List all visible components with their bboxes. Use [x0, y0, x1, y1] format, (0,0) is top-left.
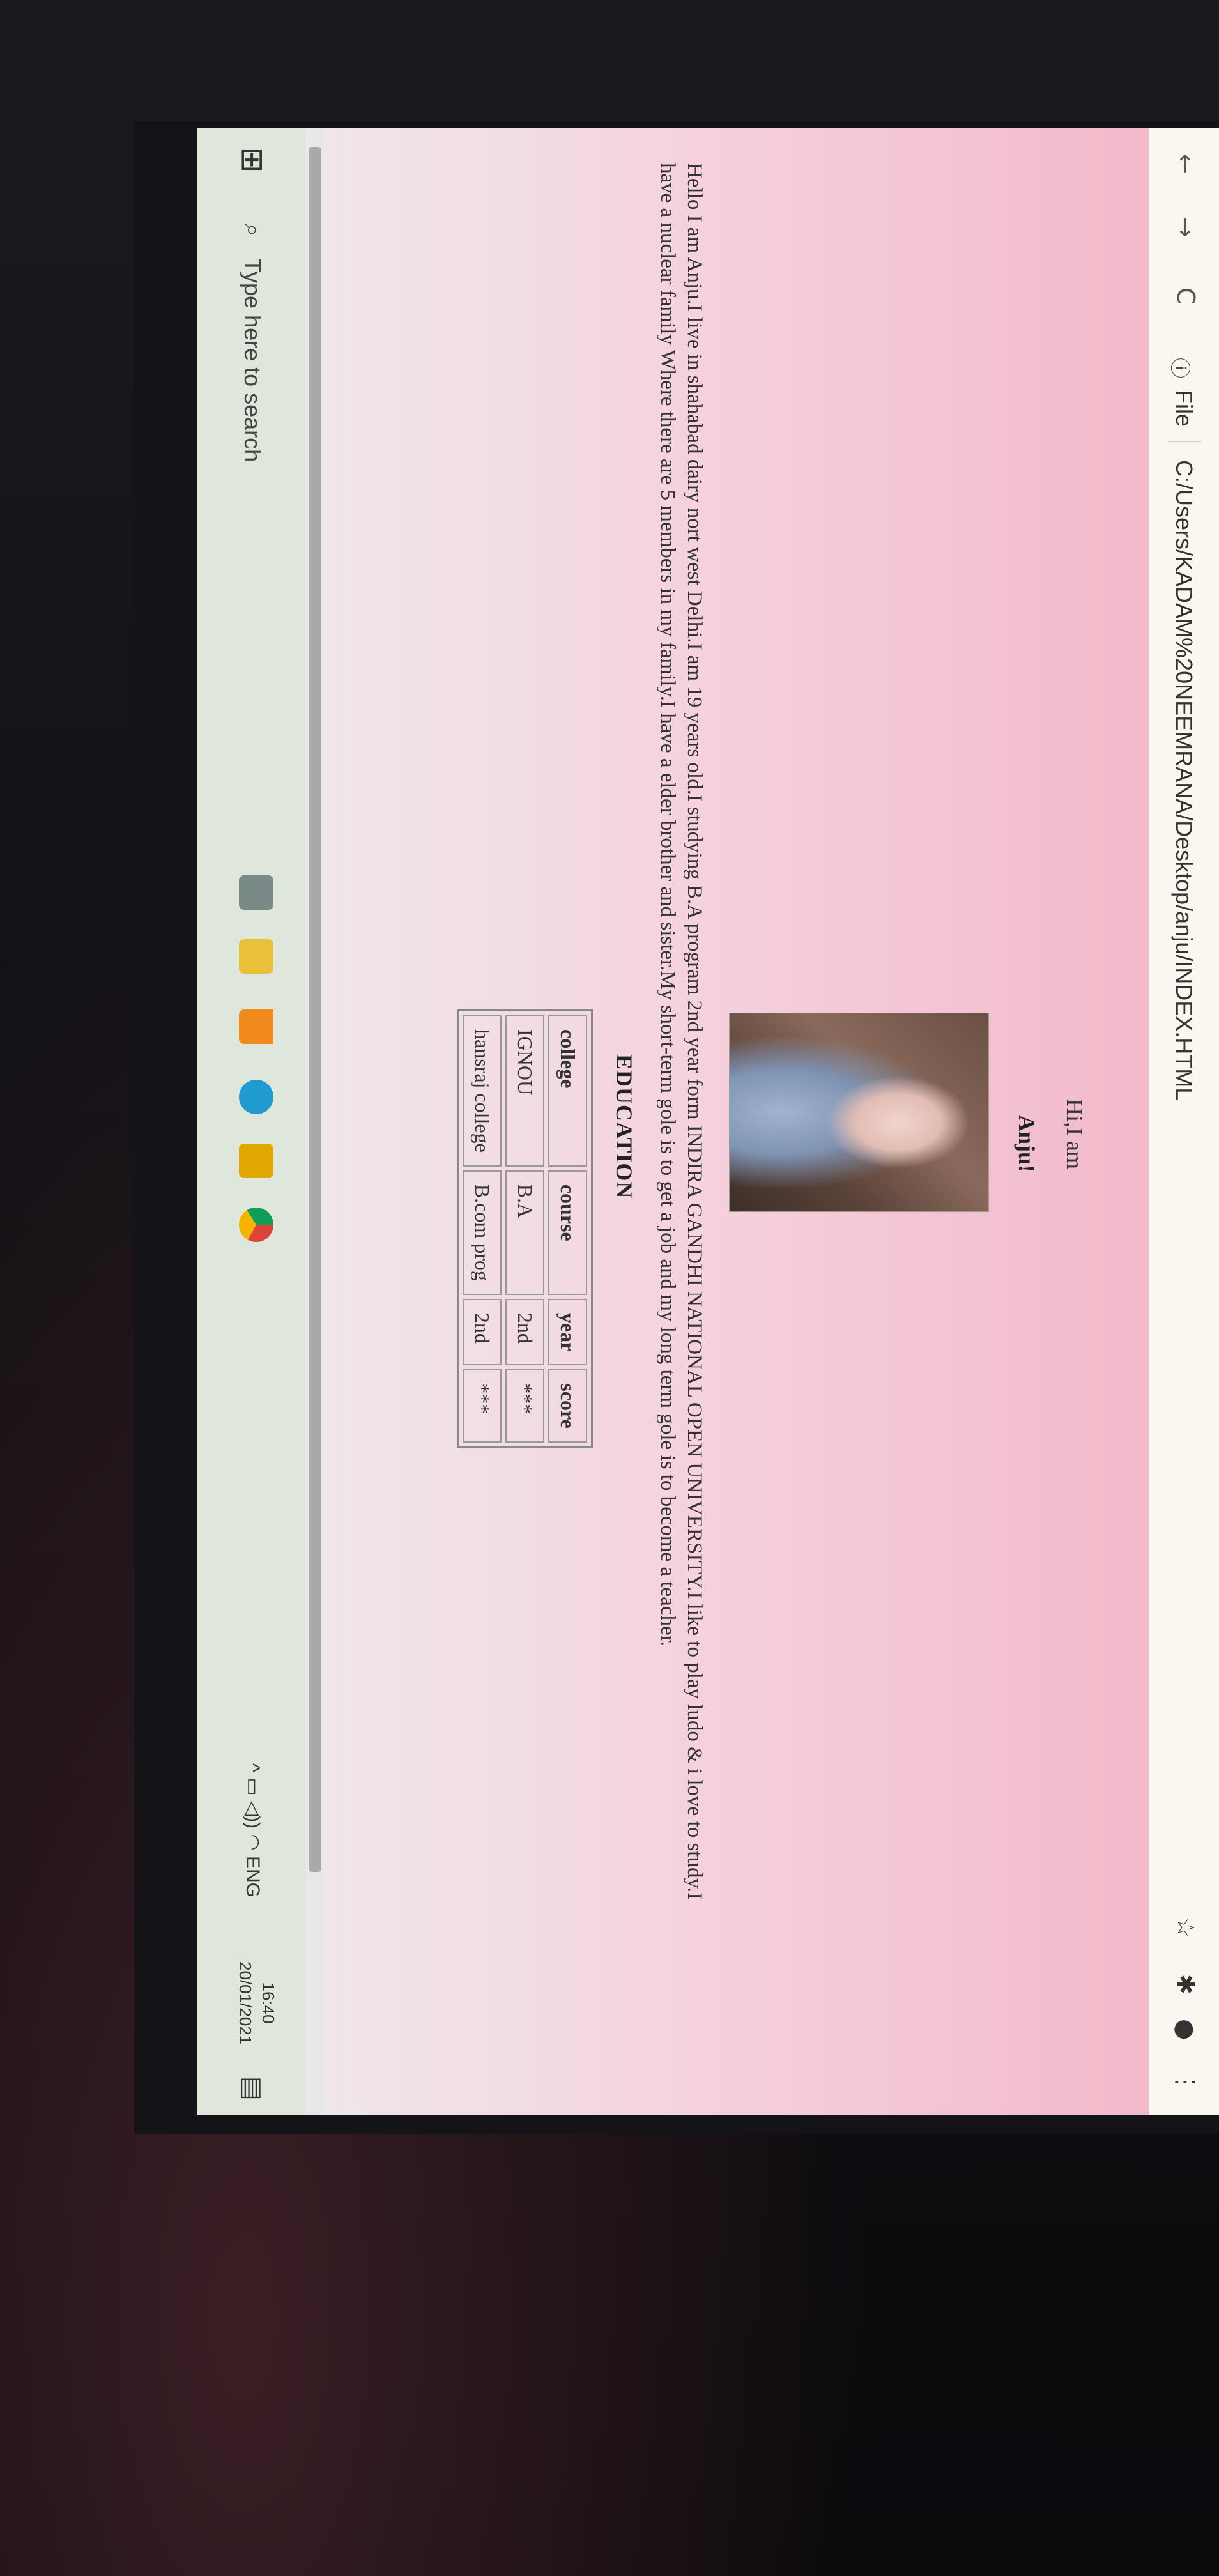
cell-course: B.A — [505, 1170, 544, 1295]
chrome-icon[interactable] — [239, 1208, 273, 1242]
cell-score: *** — [505, 1369, 544, 1443]
name-heading: Anju! — [1014, 1115, 1039, 1173]
cell-college: IGNOU — [505, 1015, 544, 1167]
cell-score: *** — [463, 1369, 502, 1443]
protocol-label: File — [1171, 390, 1197, 427]
scrollbar-thumb[interactable] — [309, 147, 321, 1872]
task-view-icon[interactable] — [239, 875, 273, 910]
header-course: course — [548, 1170, 587, 1295]
taskbar-clock[interactable]: 16:40 20/01/2021 — [234, 1961, 280, 2044]
cell-year: 2nd — [505, 1298, 544, 1366]
search-icon[interactable]: ⌕ — [239, 224, 266, 236]
profile-icon[interactable]: ● — [1172, 2019, 1200, 2040]
browser-toolbar: ← → C ⓘ File C:/Users/KADAM%20NEEMRANA/D… — [1148, 128, 1219, 2115]
app-icon[interactable] — [239, 1144, 273, 1178]
address-bar[interactable]: C:/Users/KADAM%20NEEMRANA/Desktop/anju/I… — [1170, 460, 1197, 1100]
system-tray[interactable]: ^ ▭ ◁)) ◠ ENG — [241, 1763, 264, 1897]
address-separator — [1168, 441, 1201, 442]
back-icon[interactable]: ← — [1172, 153, 1200, 174]
education-table: college course year score IGNOU B.A 2nd … — [457, 1009, 593, 1448]
reload-icon[interactable]: C — [1172, 288, 1200, 305]
extensions-icon[interactable]: ✱ — [1172, 1974, 1200, 1995]
menu-icon[interactable]: ⋮ — [1172, 2070, 1200, 2094]
education-heading: EDUCATION — [611, 1054, 637, 1199]
greeting-text: Hi,I am — [1062, 1099, 1087, 1169]
site-info-icon[interactable]: ⓘ — [1167, 358, 1196, 378]
table-row: IGNOU B.A 2nd *** — [505, 1015, 544, 1443]
vlc-icon[interactable] — [239, 1009, 273, 1044]
horizontal-scrollbar[interactable] — [305, 128, 325, 2115]
table-header-row: college course year score — [548, 1015, 587, 1443]
bio-paragraph: Hello I am Anju.I live in shahabad dairy… — [656, 163, 706, 1900]
cell-year: 2nd — [463, 1298, 502, 1366]
bookmark-star-icon[interactable]: ☆ — [1172, 1917, 1200, 1938]
laptop-screen: ← → C ⓘ File C:/Users/KADAM%20NEEMRANA/D… — [197, 128, 1219, 2115]
web-page: Hi,I am Anju! Hello I am Anju.I live in … — [325, 128, 1149, 2115]
notification-icon[interactable]: ▤ — [238, 2076, 267, 2101]
clock-time: 16:40 — [259, 1982, 278, 2024]
table-row: hansraj college B.com prog 2nd *** — [463, 1015, 502, 1443]
cell-college: hansraj college — [463, 1015, 502, 1167]
header-score: score — [548, 1369, 587, 1443]
header-college: college — [548, 1015, 587, 1167]
forward-icon[interactable]: → — [1172, 217, 1200, 238]
cell-course: B.com prog — [463, 1170, 502, 1295]
profile-photo — [729, 1013, 989, 1212]
taskbar-search-input[interactable]: Type here to search — [239, 259, 266, 462]
windows-start-icon[interactable]: ⊞ — [234, 147, 270, 172]
clock-date: 20/01/2021 — [236, 1961, 255, 2045]
edge-icon[interactable] — [239, 1080, 273, 1114]
windows-taskbar: ⊞ ⌕ Type here to search ^ ▭ ◁)) ◠ ENG 16… — [197, 128, 305, 2115]
header-year: year — [548, 1298, 587, 1366]
file-explorer-icon[interactable] — [239, 939, 273, 974]
